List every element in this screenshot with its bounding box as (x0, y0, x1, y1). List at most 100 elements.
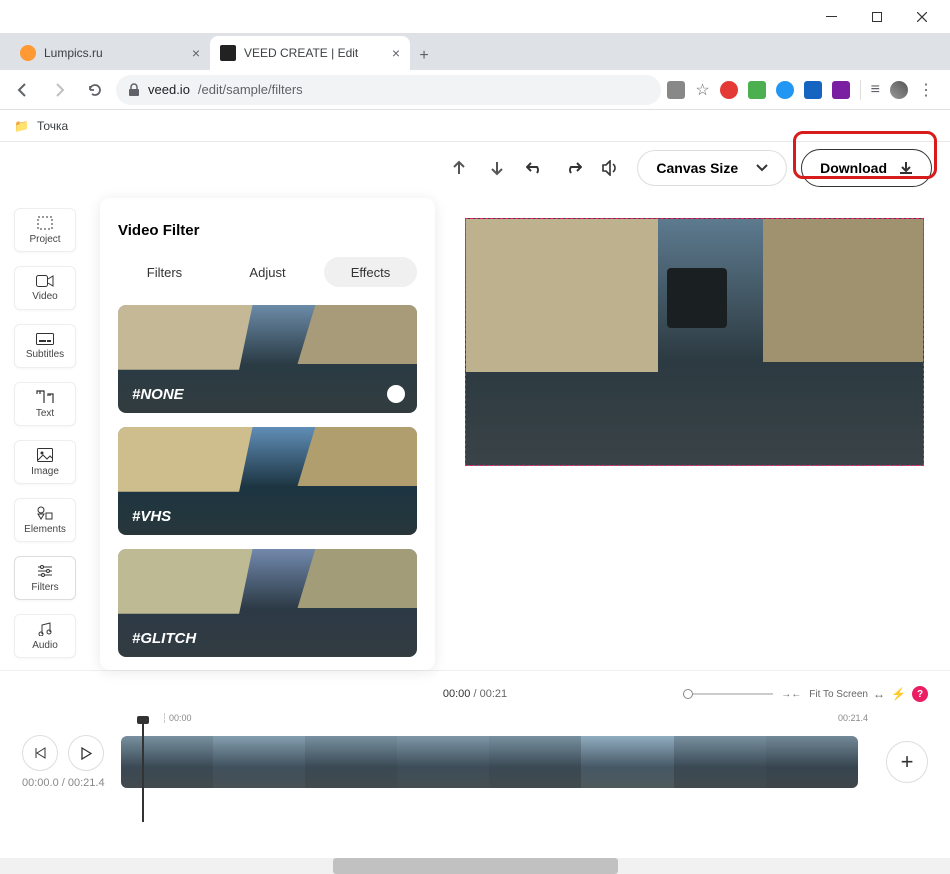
ext-icon[interactable] (804, 81, 822, 99)
url-path: /edit/sample/filters (198, 82, 303, 97)
minimize-button[interactable] (809, 2, 854, 32)
text-icon (36, 390, 54, 407)
subtitles-icon (36, 333, 54, 348)
sidebar-label: Video (32, 291, 57, 302)
arrow-icon: →← (781, 689, 801, 700)
tab-title: Lumpics.ru (44, 46, 184, 60)
folder-icon: 📁 (14, 119, 29, 133)
horizontal-scrollbar[interactable] (0, 858, 950, 874)
scrollbar-thumb[interactable] (333, 858, 618, 874)
sidebar-item-elements[interactable]: Elements (14, 498, 76, 542)
browser-tab[interactable]: Lumpics.ru × (10, 36, 210, 70)
close-tab-icon[interactable]: × (392, 45, 400, 61)
bookmarks-bar: 📁 Точка (0, 110, 950, 142)
new-tab-button[interactable]: + (410, 42, 438, 70)
browser-tab-strip: Lumpics.ru × VEED CREATE | Edit × + (0, 34, 950, 70)
download-label: Download (820, 160, 887, 176)
preview-area (435, 194, 950, 670)
menu-icon[interactable]: ⋮ (918, 80, 934, 100)
tab-effects[interactable]: Effects (324, 257, 417, 287)
sidebar-item-subtitles[interactable]: Subtitles (14, 324, 76, 368)
clip-thumbnail (397, 736, 489, 788)
sidebar: Project Video Subtitles Text Image Eleme… (0, 194, 90, 670)
close-window-button[interactable] (899, 2, 944, 32)
sidebar-label: Project (29, 234, 60, 245)
clip-thumbnail (581, 736, 673, 788)
sidebar-label: Text (36, 408, 54, 419)
sidebar-item-image[interactable]: Image (14, 440, 76, 484)
ext-icon[interactable] (776, 81, 794, 99)
zoom-control[interactable]: →← Fit To Screen (683, 689, 868, 700)
browser-address-bar: veed.io/edit/sample/filters ☆ ≡ ⋮ (0, 70, 950, 110)
video-preview[interactable] (465, 218, 924, 466)
sidebar-item-filters[interactable]: Filters (14, 556, 76, 600)
playback-time: 00:00.0 / 00:21.4 (22, 777, 105, 789)
sidebar-item-video[interactable]: Video (14, 266, 76, 310)
playhead[interactable] (142, 718, 144, 822)
add-clip-button[interactable]: + (886, 741, 928, 783)
reading-list-icon[interactable]: ≡ (871, 81, 880, 99)
play-button[interactable] (68, 735, 104, 771)
skip-back-button[interactable] (22, 735, 58, 771)
zoom-slider[interactable] (683, 693, 773, 695)
sidebar-label: Elements (24, 524, 66, 535)
ruler-tick: 00:21.4 (838, 713, 868, 723)
clip-track[interactable] (121, 736, 858, 788)
volume-icon[interactable] (599, 156, 623, 180)
tab-adjust[interactable]: Adjust (221, 257, 314, 287)
sidebar-label: Filters (31, 582, 58, 593)
maximize-button[interactable] (854, 2, 899, 32)
video-icon (36, 275, 54, 290)
effect-card-glitch[interactable]: #GLITCH (118, 549, 417, 657)
effect-card-none[interactable]: #NONE (118, 305, 417, 413)
close-tab-icon[interactable]: × (192, 45, 200, 61)
browser-tab-active[interactable]: VEED CREATE | Edit × (210, 36, 410, 70)
clip-thumbnail (766, 736, 858, 788)
effect-label: #VHS (132, 508, 171, 525)
panel-title: Video Filter (118, 222, 417, 239)
download-toolbar-icon[interactable] (485, 156, 509, 180)
app-toolbar: Canvas Size Download (0, 142, 950, 194)
clip-thumbnail (489, 736, 581, 788)
sidebar-label: Audio (32, 640, 58, 651)
redo-icon[interactable] (561, 156, 585, 180)
sidebar-item-project[interactable]: Project (14, 208, 76, 252)
chevron-down-icon (756, 164, 768, 172)
bookmark-item[interactable]: Точка (37, 119, 68, 133)
help-badge[interactable]: ? (912, 686, 928, 702)
bolt-icon[interactable]: ⚡ (891, 687, 906, 701)
upload-icon[interactable] (447, 156, 471, 180)
resize-icon[interactable]: ↔ (873, 687, 885, 701)
back-button[interactable] (8, 75, 38, 105)
translate-icon[interactable] (667, 81, 685, 99)
zoom-handle[interactable] (683, 689, 693, 699)
canvas-size-button[interactable]: Canvas Size (637, 150, 787, 186)
clip-thumbnail (674, 736, 766, 788)
timecode-display: 00:00 / 00:21 (443, 688, 507, 700)
url-input[interactable]: veed.io/edit/sample/filters (116, 75, 661, 105)
ext-icon[interactable] (748, 81, 766, 99)
effect-card-vhs[interactable]: #VHS (118, 427, 417, 535)
effect-label: #NONE (132, 386, 184, 403)
timeline-header: 00:00 / 00:21 →← Fit To Screen ↔ ⚡ ? (22, 681, 928, 707)
ext-icon[interactable] (832, 81, 850, 99)
ext-icon[interactable] (720, 81, 738, 99)
selected-dot (387, 385, 405, 403)
image-icon (37, 448, 53, 465)
url-domain: veed.io (148, 82, 190, 97)
undo-icon[interactable] (523, 156, 547, 180)
star-icon[interactable]: ☆ (695, 80, 709, 100)
project-icon (37, 216, 53, 233)
lock-icon (128, 83, 140, 97)
sidebar-item-text[interactable]: Text (14, 382, 76, 426)
sidebar-item-audio[interactable]: Audio (14, 614, 76, 658)
clip-thumbnail (305, 736, 397, 788)
favicon-icon (20, 45, 36, 61)
forward-button[interactable] (44, 75, 74, 105)
window-titlebar (0, 0, 950, 34)
clip-thumbnail (121, 736, 213, 788)
download-button[interactable]: Download (801, 149, 932, 187)
profile-avatar[interactable] (890, 81, 908, 99)
reload-button[interactable] (80, 75, 110, 105)
tab-filters[interactable]: Filters (118, 257, 211, 287)
